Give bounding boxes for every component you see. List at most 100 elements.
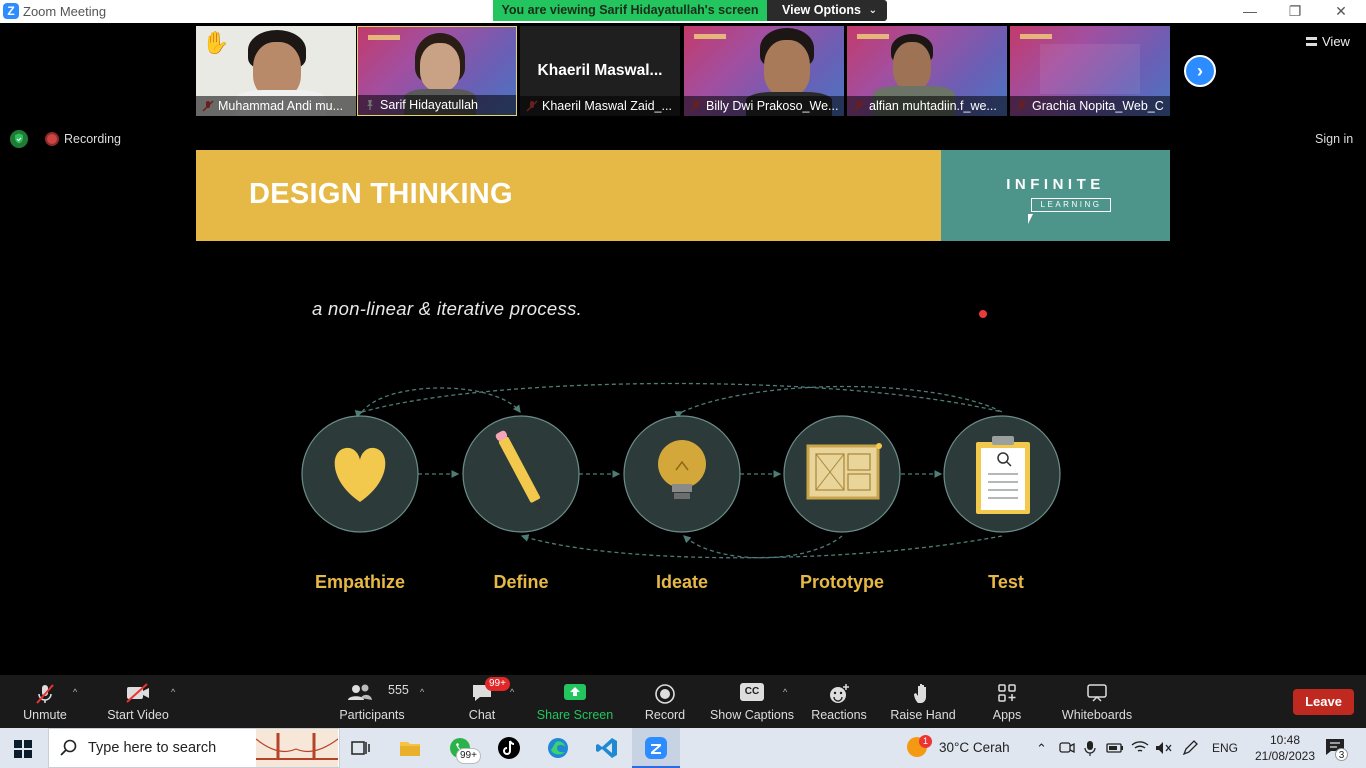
screen-share-banner: You are viewing Sarif Hidayatullah's scr… <box>493 0 767 21</box>
apps-grid-icon <box>998 684 1016 702</box>
reactions-button[interactable]: Reactions <box>808 675 870 728</box>
infinite-learning-logo: INFINITE LEARNING <box>941 150 1170 241</box>
weather-badge: 1 <box>919 735 932 748</box>
video-feed <box>1040 44 1140 94</box>
show-captions-label: Show Captions <box>709 708 795 722</box>
clock[interactable]: 10:48 21/08/2023 <box>1248 732 1322 764</box>
weather-text[interactable]: 30°C Cerah <box>939 740 1010 755</box>
next-page-chevron-icon[interactable]: › <box>1184 55 1216 87</box>
view-button-label: View <box>1322 34 1350 49</box>
recording-indicator-icon <box>45 132 59 146</box>
chevron-down-icon: ⌄ <box>868 5 877 16</box>
bridge-search-highlight-icon <box>256 729 338 767</box>
participants-icon <box>348 684 372 700</box>
logo-subtitle: LEARNING <box>1031 198 1111 212</box>
file-explorer-icon[interactable] <box>398 736 422 760</box>
close-window-button[interactable]: ✕ <box>1326 2 1356 20</box>
share-screen-button[interactable]: Share Screen <box>536 675 614 728</box>
microphone-icon[interactable] <box>1083 740 1097 756</box>
tray-chevron-up-icon[interactable]: ⌃ <box>1036 741 1047 757</box>
battery-icon[interactable] <box>1106 742 1124 754</box>
loop-arrow <box>361 387 521 414</box>
participant-tile[interactable]: Grachia Nopita_Web_C <box>1010 26 1170 116</box>
stage-label: Ideate <box>655 572 709 592</box>
raised-hand-icon: ✋ <box>202 30 230 55</box>
search-placeholder: Type here to search <box>88 740 217 756</box>
hand-icon <box>914 684 926 703</box>
whiteboards-button[interactable]: Whiteboards <box>1058 675 1136 728</box>
shared-screen-slide: DESIGN THINKING INFINITE LEARNING a non-… <box>196 150 1170 675</box>
logo-wordmark: INFINITE <box>1006 176 1105 193</box>
loop-arrow <box>354 382 1003 418</box>
stage-label: Test <box>988 572 1024 592</box>
participants-count: 555 <box>388 683 409 697</box>
meeting-toolbar: Unmute ^ Start Video ^ 555 Participants … <box>0 675 1366 728</box>
stage-label: Empathize <box>314 572 406 592</box>
chat-caret-icon[interactable]: ^ <box>510 687 514 697</box>
participants-caret-icon[interactable]: ^ <box>420 687 424 697</box>
loop-arrow <box>520 534 1003 559</box>
unmute-button[interactable]: Unmute <box>14 675 76 728</box>
participant-tile[interactable]: Billy Dwi Prakoso_We... <box>684 26 844 116</box>
smiley-plus-icon <box>830 684 849 703</box>
record-label: Record <box>644 708 686 722</box>
apps-button[interactable]: Apps <box>983 675 1031 728</box>
notification-count-badge: 3 <box>1335 748 1348 761</box>
participant-tile[interactable]: Khaeril Maswal... Khaeril Maswal Zaid_..… <box>520 26 680 116</box>
vscode-icon[interactable] <box>595 736 619 760</box>
task-view-icon[interactable] <box>348 736 372 760</box>
search-icon <box>60 739 77 756</box>
captions-cc-icon: CC <box>740 683 764 701</box>
participant-tile[interactable]: alfian muhtadiin.f_we... <box>847 26 1007 116</box>
grid-icon <box>1306 37 1317 46</box>
recording-label[interactable]: Recording <box>64 132 121 146</box>
restore-button[interactable]: ❐ <box>1280 2 1310 20</box>
participants-button[interactable]: 555 Participants <box>334 675 410 728</box>
whatsapp-badge: 99+ <box>456 748 481 764</box>
sign-in-link[interactable]: Sign in <box>1315 132 1353 146</box>
leave-button[interactable]: Leave <box>1293 689 1354 715</box>
zoom-logo-icon: Z <box>3 3 19 19</box>
speaker-muted-icon[interactable] <box>1154 740 1172 756</box>
clock-time: 10:48 <box>1269 733 1301 747</box>
security-shield-icon[interactable] <box>10 130 28 148</box>
minimize-button[interactable]: — <box>1235 2 1265 20</box>
meet-now-icon[interactable] <box>1058 740 1076 756</box>
video-off-icon <box>126 683 149 703</box>
unmute-label: Unmute <box>23 708 67 722</box>
record-button[interactable]: Record <box>638 675 692 728</box>
wifi-icon[interactable] <box>1131 739 1149 755</box>
laser-pointer-dot <box>979 310 987 318</box>
start-video-button[interactable]: Start Video <box>100 675 176 728</box>
record-icon <box>655 684 675 704</box>
windows-start-icon[interactable] <box>14 740 32 758</box>
loop-arrow <box>683 535 843 559</box>
audio-options-caret-icon[interactable]: ^ <box>73 687 77 697</box>
participant-tile[interactable]: ✋ Muhammad Andi mu... <box>196 26 356 116</box>
pen-icon[interactable] <box>1181 740 1199 756</box>
loop-arrow <box>674 385 1003 419</box>
show-captions-button[interactable]: CC Show Captions <box>708 675 796 728</box>
view-options-button[interactable]: View Options ⌄ <box>767 0 887 21</box>
slide-title: DESIGN THINKING <box>249 178 513 210</box>
whiteboards-label: Whiteboards <box>1061 708 1133 722</box>
raise-hand-button[interactable]: Raise Hand <box>888 675 958 728</box>
view-button[interactable]: View <box>1306 34 1350 49</box>
apps-label: Apps <box>992 708 1022 722</box>
clock-date: 21/08/2023 <box>1254 749 1316 763</box>
edge-browser-icon[interactable] <box>546 736 570 760</box>
zoom-app-icon <box>645 737 667 759</box>
input-language[interactable]: ENG <box>1212 741 1238 755</box>
video-options-caret-icon[interactable]: ^ <box>171 687 175 697</box>
clipboard-icon <box>976 436 1030 514</box>
tiktok-icon[interactable] <box>497 736 521 760</box>
captions-caret-icon[interactable]: ^ <box>783 687 787 697</box>
slide-subtitle: a non-linear & iterative process. <box>312 298 583 319</box>
chat-button[interactable]: 99+ Chat <box>455 675 510 728</box>
whiteboard-icon <box>1087 684 1107 702</box>
window-title: Zoom Meeting <box>23 4 107 19</box>
participant-name: Billy Dwi Prakoso_We... <box>684 96 844 116</box>
participant-name: alfian muhtadiin.f_we... <box>847 96 1007 116</box>
participant-tile[interactable]: Sarif Hidayatullah <box>357 26 517 116</box>
participant-name: Muhammad Andi mu... <box>196 96 356 116</box>
